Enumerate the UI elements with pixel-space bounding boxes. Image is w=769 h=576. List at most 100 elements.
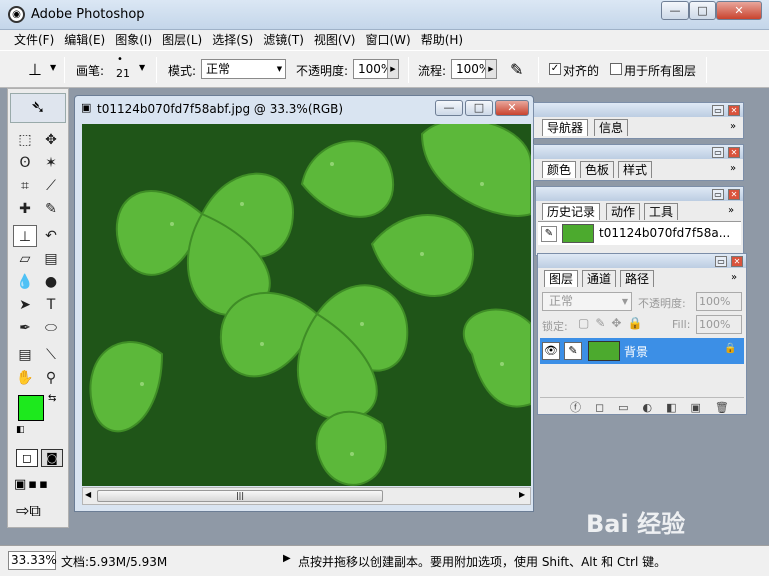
history-brush-source-icon[interactable]: ✎ xyxy=(541,226,557,242)
menu-select[interactable]: 选择(S) xyxy=(207,30,258,50)
lasso-icon[interactable]: ʘ xyxy=(13,152,37,174)
mode-select[interactable]: 正常 ▼ xyxy=(201,59,286,79)
tab-paths[interactable]: 路径 xyxy=(620,270,655,287)
path-select-icon[interactable]: ➤ xyxy=(13,294,37,316)
close-button[interactable]: ✕ xyxy=(716,1,762,20)
history-brush-icon[interactable]: ↶ xyxy=(39,225,63,247)
aligned-checkbox[interactable]: ✓ xyxy=(549,63,561,75)
brush-size[interactable]: 21 xyxy=(116,67,130,80)
blur-icon[interactable]: 💧 xyxy=(13,271,37,293)
panel-minimize-button[interactable]: ▭ xyxy=(712,189,724,200)
all-layers-checkbox[interactable] xyxy=(610,63,622,75)
menu-window[interactable]: 窗口(W) xyxy=(360,30,415,50)
eye-icon[interactable]: 👁 xyxy=(542,342,560,360)
fill-field[interactable]: 100% xyxy=(696,315,742,334)
brush-picker-chevron-icon[interactable]: ▼ xyxy=(139,63,145,72)
history-snapshot-item[interactable]: ✎ t01124b070fd7f58a... xyxy=(538,221,741,245)
airbrush-icon[interactable]: ✎ xyxy=(510,60,523,79)
hand-icon[interactable]: ✋ xyxy=(13,367,37,389)
doc-size[interactable]: 文档:5.93M/5.93M xyxy=(61,553,167,570)
layer-action-icons[interactable]: ⓕ◻▭◐◧▣🗑 xyxy=(570,399,743,415)
panel-close-button[interactable]: ✕ xyxy=(728,105,740,116)
horizontal-scrollbar[interactable]: ◀ ||| ▶ xyxy=(82,487,531,505)
panel-minimize-button[interactable]: ▭ xyxy=(712,147,724,158)
eraser-icon[interactable]: ▱ xyxy=(13,248,37,270)
slider-arrow-icon[interactable]: ▶ xyxy=(387,60,398,78)
layer-row-background[interactable]: 👁 ✎ 背景 🔒 xyxy=(540,338,744,364)
tab-color[interactable]: 颜色 xyxy=(542,161,577,178)
slider-arrow-icon[interactable]: ▶ xyxy=(485,60,496,78)
menu-layer[interactable]: 图层(L) xyxy=(157,30,207,50)
tab-info[interactable]: 信息 xyxy=(594,119,629,136)
shape-icon[interactable]: ⬭ xyxy=(39,317,63,339)
tab-layers[interactable]: 图层 xyxy=(544,270,579,287)
menu-view[interactable]: 视图(V) xyxy=(309,30,361,50)
panel-menu-icon[interactable]: » xyxy=(728,205,734,216)
dodge-icon[interactable]: ● xyxy=(39,271,63,293)
crop-icon[interactable]: ⌗ xyxy=(13,175,37,197)
magic-wand-icon[interactable]: ✶ xyxy=(39,152,63,174)
screen-mode-icons[interactable]: ▣▪▪ xyxy=(14,477,50,492)
doc-close-button[interactable]: ✕ xyxy=(495,100,529,116)
panel-minimize-button[interactable]: ▭ xyxy=(712,105,724,116)
menu-edit[interactable]: 编辑(E) xyxy=(59,30,110,50)
tab-channels[interactable]: 通道 xyxy=(582,270,617,287)
panel-menu-icon[interactable]: » xyxy=(730,163,736,174)
panel-minimize-button[interactable]: ▭ xyxy=(715,256,727,267)
jump-to-imageready-icon[interactable]: ⇨⧉ xyxy=(16,501,41,521)
marquee-icon[interactable]: ⬚ xyxy=(13,129,37,151)
menu-help[interactable]: 帮助(H) xyxy=(416,30,468,50)
healing-brush-icon[interactable]: ✚ xyxy=(13,198,37,220)
status-arrow-icon[interactable]: ▶ xyxy=(283,553,291,564)
clone-stamp-icon[interactable]: ⊥ xyxy=(13,225,37,247)
menu-image[interactable]: 图象(I) xyxy=(110,30,157,50)
swap-colors-icon[interactable]: ⇆ xyxy=(48,393,56,404)
zoom-icon[interactable]: ⚲ xyxy=(39,367,63,389)
foreground-color-swatch[interactable] xyxy=(18,395,44,421)
type-icon[interactable]: T xyxy=(39,294,63,316)
move-icon[interactable]: ✥ xyxy=(39,129,63,151)
notes-icon[interactable]: ▤ xyxy=(13,344,37,366)
panel-close-button[interactable]: ✕ xyxy=(728,189,740,200)
tab-navigator[interactable]: 导航器 xyxy=(542,119,589,136)
zoom-field[interactable]: 33.33% xyxy=(8,551,57,570)
menu-filter[interactable]: 滤镜(T) xyxy=(258,30,309,50)
tab-tools[interactable]: 工具 xyxy=(644,203,679,220)
layer-opacity-value: 100% xyxy=(699,295,731,308)
maximize-button[interactable]: □ xyxy=(689,1,716,20)
tab-swatches[interactable]: 色板 xyxy=(580,161,615,178)
blend-mode-select[interactable]: 正常 ▼ xyxy=(542,292,632,311)
doc-minimize-button[interactable]: — xyxy=(435,100,463,116)
panel-close-button[interactable]: ✕ xyxy=(731,256,743,267)
slice-icon[interactable]: ⟋ xyxy=(39,175,63,197)
aligned-label: 对齐的 xyxy=(563,64,600,78)
panel-close-button[interactable]: ✕ xyxy=(728,147,740,158)
clone-stamp-icon[interactable]: ⊥ xyxy=(28,60,42,79)
flow-field[interactable]: 100% ▶ xyxy=(451,59,497,79)
chevron-down-icon[interactable]: ▼ xyxy=(50,63,56,72)
lock-icons[interactable]: ▢✎✥🔒 xyxy=(578,316,648,330)
tab-history[interactable]: 历史记录 xyxy=(542,203,601,220)
quick-mask-icon[interactable]: ◙ xyxy=(41,449,63,467)
default-colors-icon[interactable]: ◧ xyxy=(16,425,25,435)
eyedropper-icon[interactable]: ⟍ xyxy=(39,344,63,366)
clover-leaves-image[interactable] xyxy=(82,124,531,486)
pen-icon[interactable]: ✒ xyxy=(13,317,37,339)
doc-maximize-button[interactable]: □ xyxy=(465,100,493,116)
photoshop-eye-icon: ◉ xyxy=(8,6,25,23)
adobe-feather-icon[interactable]: ➴ xyxy=(10,93,66,123)
scroll-thumb[interactable]: ||| xyxy=(97,490,383,502)
scroll-right-icon[interactable]: ▶ xyxy=(519,490,525,499)
tab-actions[interactable]: 动作 xyxy=(606,203,641,220)
menu-file[interactable]: 文件(F) xyxy=(9,30,59,50)
minimize-button[interactable]: — xyxy=(661,1,689,20)
gradient-icon[interactable]: ▤ xyxy=(39,248,63,270)
opacity-field[interactable]: 100% ▶ xyxy=(353,59,399,79)
tab-styles[interactable]: 样式 xyxy=(618,161,653,178)
scroll-left-icon[interactable]: ◀ xyxy=(85,490,91,499)
panel-menu-icon[interactable]: » xyxy=(731,272,737,283)
layer-opacity-field[interactable]: 100% xyxy=(696,292,742,311)
brush-icon[interactable]: ✎ xyxy=(39,198,63,220)
standard-mode-icon[interactable]: ◻ xyxy=(16,449,38,467)
panel-menu-icon[interactable]: » xyxy=(730,121,736,132)
